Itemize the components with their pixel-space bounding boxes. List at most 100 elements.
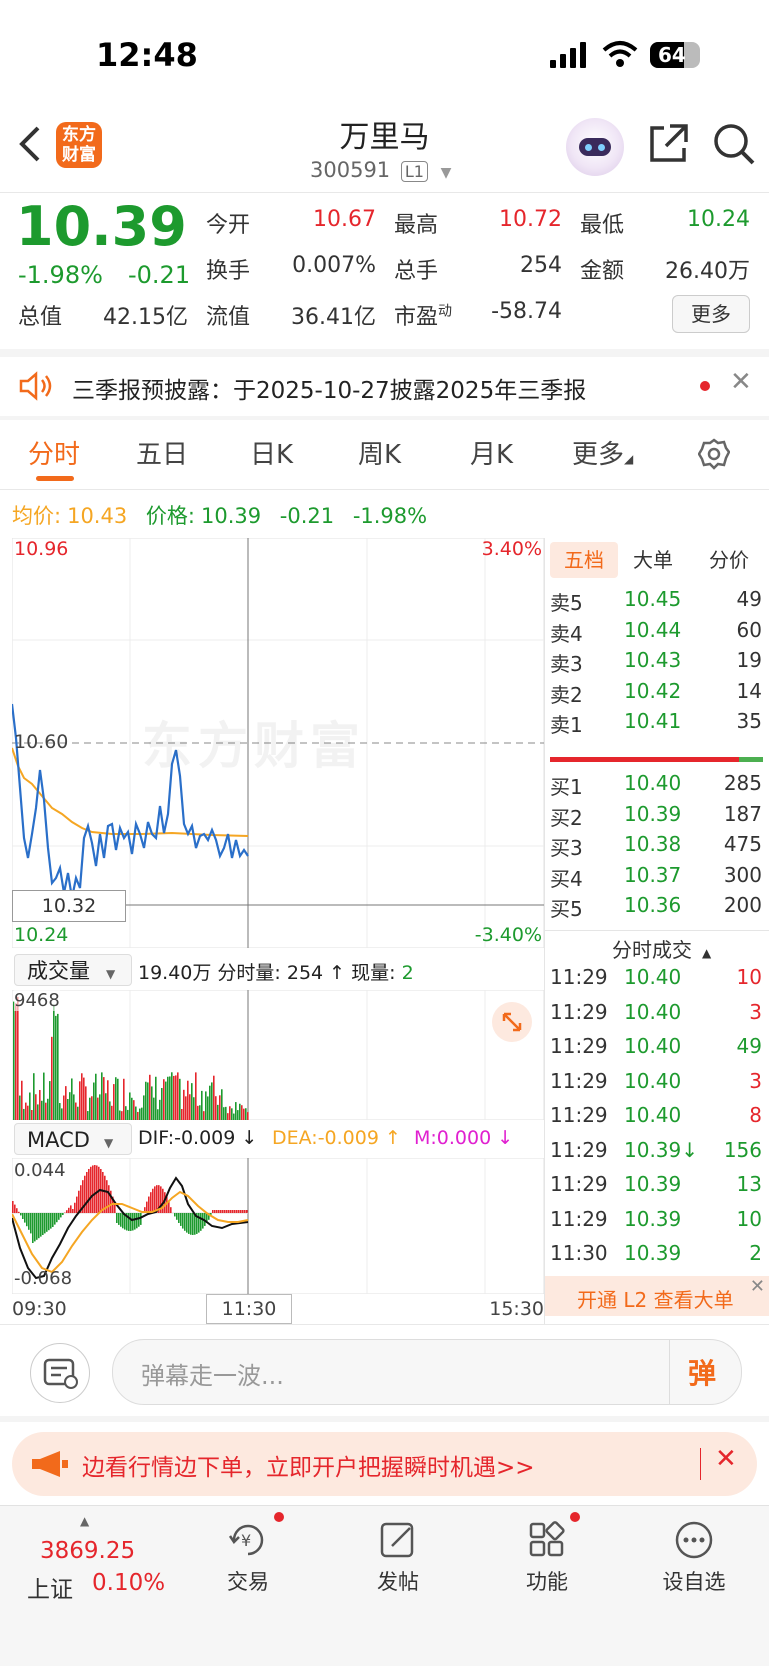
bid-label: 买2	[550, 802, 583, 831]
ask-price: 10.44	[624, 618, 681, 642]
tick-time: 11:29	[550, 1207, 608, 1231]
ask-volume: 19	[737, 648, 762, 672]
nav-post[interactable]: 发帖	[338, 1520, 458, 1596]
bid-row[interactable]: 买210.39187	[550, 802, 762, 832]
search-icon[interactable]	[712, 122, 756, 166]
volume-chart[interactable]: 9468	[12, 990, 544, 1120]
volume-bar	[81, 1073, 83, 1120]
open-account-banner[interactable]: 边看行情边下单，立即开户把握瞬时机遇>> ✕	[12, 1432, 757, 1496]
volume-bar	[107, 1080, 109, 1120]
bid-row[interactable]: 买510.36200	[550, 893, 762, 923]
volume-bar	[131, 1098, 133, 1120]
macd-dif: DIF:-0.009 ↓	[138, 1127, 257, 1149]
book-tab-large[interactable]: 大单	[633, 542, 673, 578]
macd-bar	[92, 1165, 94, 1213]
nav-trade[interactable]: ¥ 交易	[188, 1520, 308, 1596]
tick-row: 11:2910.408	[550, 1103, 762, 1135]
macd-bar	[30, 1213, 32, 1233]
book-tab-price[interactable]: 分价	[709, 542, 749, 578]
settings-icon[interactable]	[698, 438, 730, 470]
macd-chart[interactable]: 0.044 -0.068	[12, 1158, 544, 1294]
macd-bar	[200, 1213, 202, 1231]
volume-bar	[69, 1092, 71, 1120]
tab-monthly-k[interactable]: 月K	[470, 434, 513, 471]
volume-bar	[109, 1101, 111, 1120]
ask-price: 10.43	[624, 648, 681, 672]
macd-bar	[20, 1213, 22, 1215]
tick-time: 11:30	[550, 1241, 608, 1265]
volume-bar	[43, 1073, 45, 1120]
volume-bar	[29, 1093, 31, 1120]
bid-row[interactable]: 买110.40285	[550, 771, 762, 801]
macd-bar	[186, 1213, 188, 1233]
share-icon[interactable]	[648, 122, 690, 164]
tick-row: 11:2910.403	[550, 1000, 762, 1032]
level-badge: L1	[401, 161, 428, 182]
macd-bar	[148, 1197, 150, 1213]
notice-text: 三季报预披露：于2025-10-27披露2025年三季报	[72, 371, 586, 405]
tick-time: 11:29	[550, 1138, 608, 1162]
notice-bar[interactable]: 三季报预披露：于2025-10-27披露2025年三季报 ✕	[0, 357, 769, 415]
tab-daily-k[interactable]: 日K	[250, 434, 293, 471]
time-axis: 09:30 11:30 15:30	[12, 1294, 544, 1324]
volume-bar	[229, 1106, 231, 1120]
open-value: 10.67	[290, 207, 376, 232]
quote-panel: 10.39 -1.98% -0.21 今开 10.67 最高 10.72 最低 …	[0, 193, 769, 348]
tab-intraday[interactable]: 分时	[28, 434, 80, 471]
expand-icon[interactable]	[492, 1002, 532, 1042]
macd-selector[interactable]: MACD▼	[14, 1123, 132, 1155]
danmaku-send-button[interactable]: 弹	[669, 1340, 742, 1404]
tick-row: 11:2910.39↓156	[550, 1138, 762, 1170]
macd-bar	[14, 1205, 16, 1213]
l2-close-icon[interactable]: ✕	[750, 1276, 765, 1297]
danmaku-toggle[interactable]	[30, 1343, 90, 1403]
volume-bar	[67, 1099, 69, 1120]
index-widget[interactable]: ▲ 3869.25 上证 0.10%	[22, 1514, 172, 1604]
macd-bar	[28, 1213, 30, 1230]
ask-row[interactable]: 卖110.4135	[550, 709, 762, 739]
macd-bar	[24, 1213, 26, 1223]
bid-volume: 200	[724, 893, 762, 917]
bid-row[interactable]: 买410.37300	[550, 863, 762, 893]
tick-price: 10.40	[624, 1103, 681, 1127]
amount-value: 26.40万	[640, 253, 750, 285]
comment-input[interactable]: 弹幕走一波... 弹	[112, 1339, 742, 1405]
robot-avatar[interactable]	[566, 118, 624, 176]
tab-more[interactable]: 更多◢	[572, 434, 633, 471]
bid-price: 10.39	[624, 802, 681, 826]
volume-bar	[157, 1109, 159, 1120]
more-button[interactable]: 更多	[672, 295, 750, 333]
bid-volume: 475	[724, 832, 762, 856]
tick-price: 10.40	[624, 1034, 681, 1058]
ask-row[interactable]: 卖410.4460	[550, 618, 762, 648]
bid-price: 10.38	[624, 832, 681, 856]
ask-row[interactable]: 卖310.4319	[550, 648, 762, 678]
intraday-chart[interactable]: 东方财富 10.96 10.60 10.24 3.40% -3.40% 10.3…	[12, 538, 544, 948]
tab-weekly-k[interactable]: 周K	[358, 434, 401, 471]
close-icon[interactable]: ✕	[730, 367, 752, 397]
volume-bar	[127, 1110, 129, 1120]
volume-bar	[231, 1108, 233, 1120]
volume-selector[interactable]: 成交量▼	[14, 954, 132, 986]
macd-bar	[26, 1213, 28, 1226]
stock-code-row[interactable]: 300591 L1 ▼	[310, 158, 451, 182]
time-end: 15:30	[489, 1298, 544, 1320]
volume-bar	[13, 1002, 15, 1120]
macd-bar	[176, 1213, 178, 1220]
l2-promo[interactable]: 开通 L2 查看大单 ✕	[545, 1276, 769, 1316]
ticks-title[interactable]: 分时成交▲	[612, 934, 711, 963]
book-tab-five[interactable]: 五档	[550, 542, 618, 578]
nav-functions[interactable]: 功能	[487, 1520, 607, 1596]
header: 东方财富 万里马 300591 L1 ▼	[0, 100, 769, 190]
ask-row[interactable]: 卖210.4214	[550, 679, 762, 709]
macd-dea: DEA:-0.009 ↑	[272, 1127, 401, 1149]
banner-close-icon[interactable]: ✕	[715, 1444, 737, 1474]
bid-row[interactable]: 买310.38475	[550, 832, 762, 862]
volume-bar	[235, 1102, 237, 1120]
nav-add-watchlist[interactable]: 设自选	[634, 1520, 754, 1596]
volume-bar	[163, 1079, 165, 1120]
volume-bar	[151, 1086, 153, 1120]
ask-row[interactable]: 卖510.4549	[550, 587, 762, 617]
tab-five-day[interactable]: 五日	[136, 434, 188, 471]
cursor-price-label: 10.32	[12, 890, 126, 922]
